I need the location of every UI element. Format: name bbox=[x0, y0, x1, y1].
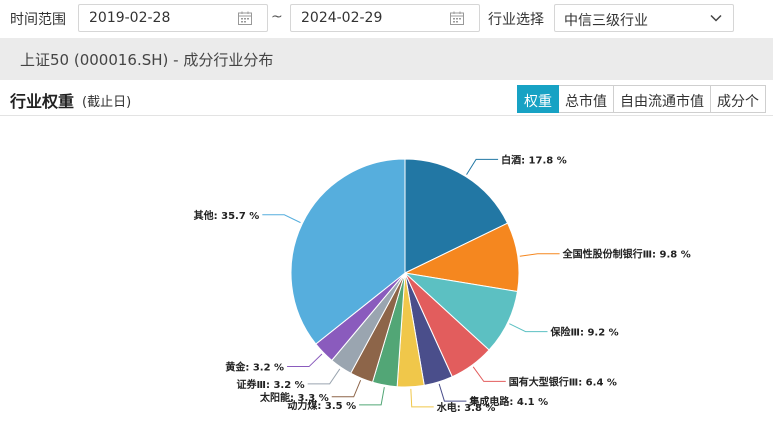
calendar-icon[interactable] bbox=[449, 10, 465, 26]
pie-leader-line bbox=[472, 366, 506, 382]
pie-slice-label: 保险Ⅲ: 9.2 % bbox=[550, 326, 619, 339]
pie-leader-line bbox=[438, 383, 467, 402]
pie-slice-label: 全国性股份制银行Ⅲ: 9.8 % bbox=[562, 248, 691, 261]
section-title: 行业权重 bbox=[10, 92, 75, 111]
end-date-input[interactable]: 2024-02-29 bbox=[290, 4, 480, 32]
pie-leader-line bbox=[262, 214, 301, 224]
tab-weight[interactable]: 权重 bbox=[517, 85, 559, 113]
pie-slice-label: 白酒: 17.8 % bbox=[501, 153, 567, 166]
pie-leader-line bbox=[287, 353, 323, 368]
section-subtitle: (截止日) bbox=[82, 95, 132, 110]
pie-leader-line bbox=[519, 253, 560, 257]
pie-leader-line bbox=[509, 323, 548, 333]
end-date-value: 2024-02-29 bbox=[301, 10, 383, 26]
industry-label: 行业选择 bbox=[488, 12, 544, 28]
start-date-value: 2019-02-28 bbox=[89, 10, 171, 26]
filter-bar: 时间范围 2019-02-28 ~ 2024-02-29 行业选择 中信三级行业 bbox=[0, 0, 773, 38]
pie-leader-line bbox=[466, 158, 499, 175]
title-bar: 上证50 (000016.SH) - 成分行业分布 bbox=[0, 38, 773, 80]
industry-weight-pie-chart: 白酒: 17.8 % 全国性股份制银行Ⅲ: 9.8 % 保险Ⅲ: 9.2 % 国有大型… bbox=[194, 153, 691, 414]
tab-free-float-market-cap[interactable]: 自由流通市值 bbox=[614, 85, 711, 113]
pie-leader-line bbox=[359, 387, 385, 406]
pie-slice-label: 水电: 3.8 % bbox=[436, 401, 496, 414]
pie-leader-line bbox=[410, 388, 434, 408]
industry-select-value: 中信三级行业 bbox=[564, 13, 648, 29]
metric-tabs: 权重 总市值 自由流通市值 成分个 bbox=[517, 85, 766, 113]
pie-slice-label: 黄金: 3.2 % bbox=[225, 361, 284, 374]
tab-total-market-cap[interactable]: 总市值 bbox=[559, 85, 614, 113]
pie-slice-label: 证券Ⅲ: 3.2 % bbox=[237, 378, 305, 391]
tab-constituent-count[interactable]: 成分个 bbox=[711, 85, 766, 113]
start-date-input[interactable]: 2019-02-28 bbox=[78, 4, 268, 32]
time-range-label: 时间范围 bbox=[10, 12, 66, 28]
chevron-down-icon bbox=[710, 14, 722, 22]
page-title: 上证50 (000016.SH) - 成分行业分布 bbox=[20, 51, 274, 69]
pie-slice-label: 太阳能: 3.3 % bbox=[259, 391, 329, 404]
pie-leader-line bbox=[331, 379, 362, 398]
pie-slice-label: 国有大型银行Ⅲ: 6.4 % bbox=[509, 375, 617, 388]
industry-select[interactable]: 中信三级行业 bbox=[554, 4, 734, 32]
pie-slice-label: 其他: 35.7 % bbox=[194, 209, 260, 222]
range-separator: ~ bbox=[271, 9, 283, 25]
section-header: 行业权重 (截止日) 权重 总市值 自由流通市值 成分个 bbox=[0, 83, 773, 116]
pie-leader-line bbox=[307, 368, 341, 385]
calendar-icon[interactable] bbox=[237, 10, 253, 26]
